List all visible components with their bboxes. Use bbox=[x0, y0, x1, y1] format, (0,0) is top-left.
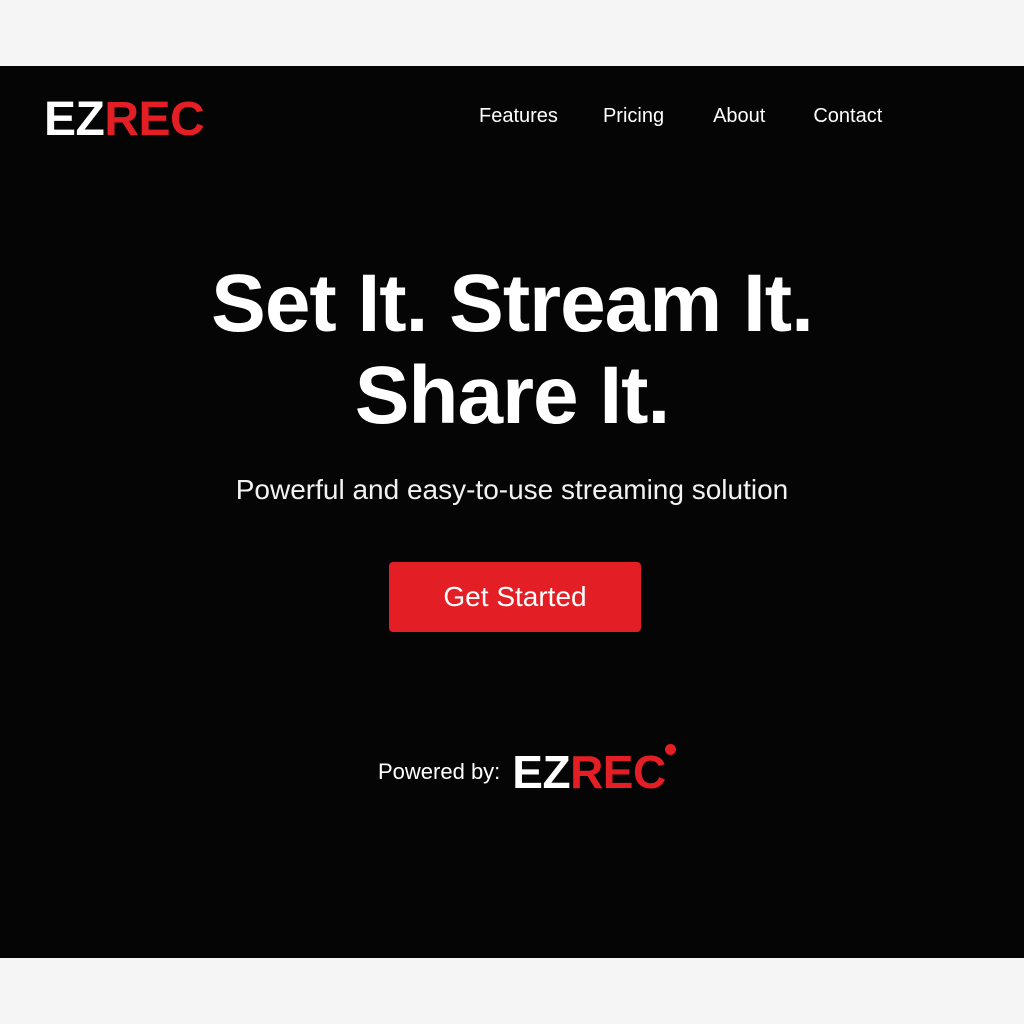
nav-link-features[interactable]: Features bbox=[479, 102, 558, 130]
powered-by-label: Powered by: bbox=[378, 759, 501, 784]
logo-text-ez: EZ bbox=[44, 93, 105, 146]
logo-text-rec: REC bbox=[104, 93, 205, 146]
hero-headline: Set It. Stream It. Share It. bbox=[0, 258, 1024, 442]
powered-by-logo[interactable]: EZREC bbox=[512, 744, 676, 800]
hero-section: EZREC Features Pricing About Contact Set… bbox=[0, 66, 1024, 958]
powered-logo-text-ez: EZ bbox=[512, 746, 571, 798]
main-navigation: Features Pricing About Contact bbox=[479, 102, 882, 130]
hero-headline-line-1: Set It. Stream It. bbox=[211, 258, 814, 349]
nav-link-pricing[interactable]: Pricing bbox=[603, 102, 664, 130]
record-dot-icon bbox=[664, 744, 676, 755]
get-started-button[interactable]: Get Started bbox=[389, 562, 641, 632]
nav-link-about[interactable]: About bbox=[713, 102, 765, 130]
hero-headline-line-2: Share It. bbox=[354, 350, 671, 441]
hero-subtitle: Powerful and easy-to-use streaming solut… bbox=[235, 474, 789, 505]
brand-logo[interactable]: EZREC bbox=[44, 90, 205, 150]
page: EZREC Features Pricing About Contact Set… bbox=[0, 0, 1024, 1024]
nav-link-contact[interactable]: Contact bbox=[813, 102, 882, 130]
powered-logo-text-rec: REC bbox=[570, 746, 666, 798]
powered-by: Powered by: EZREC bbox=[378, 742, 676, 802]
